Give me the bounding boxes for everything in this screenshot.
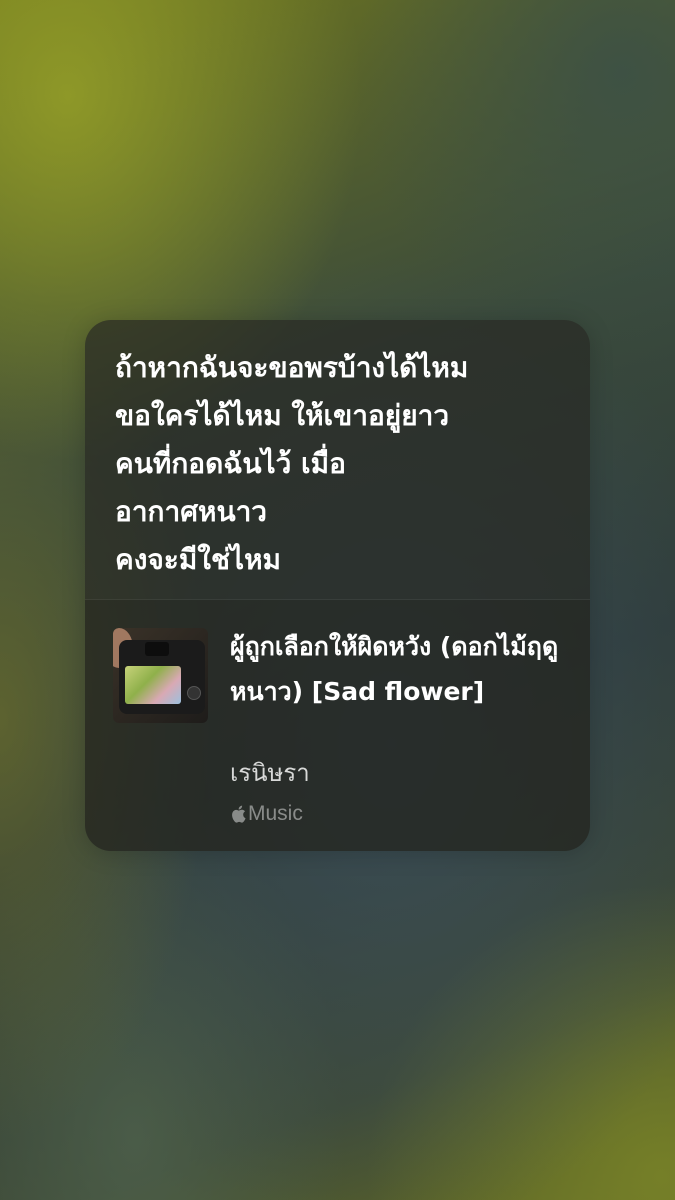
camera-viewfinder — [145, 642, 169, 656]
shared-lyrics-card[interactable]: ถ้าหากฉันจะขอพรบ้างได้ไหม ขอใครได้ไหม ให… — [85, 320, 590, 851]
album-artwork[interactable] — [113, 628, 208, 723]
lyric-line: คงจะมีใช่ไหม — [115, 543, 281, 576]
lyric-line: ขอใครได้ไหม ให้เขาอยู่ยาว — [115, 399, 450, 432]
lyric-line: คนที่กอดฉันไว้ เมื่อ — [115, 447, 346, 480]
camera-knob — [187, 686, 201, 700]
service-label: Music — [248, 802, 303, 825]
camera-screen — [125, 666, 181, 704]
lyric-line: ถ้าหากฉันจะขอพรบ้างได้ไหม — [115, 351, 469, 384]
apple-icon — [232, 805, 246, 823]
lyrics-section: ถ้าหากฉันจะขอพรบ้างได้ไหม ขอใครได้ไหม ให… — [85, 320, 590, 600]
song-info-section[interactable]: ผู้ถูกเลือกให้ผิดหวัง (ดอกไม้ฤดูหนาว) [S… — [85, 600, 590, 851]
artist-name[interactable]: เรนิษรา — [230, 757, 310, 789]
song-title[interactable]: ผู้ถูกเลือกให้ผิดหวัง (ดอกไม้ฤดูหนาว) [S… — [230, 624, 570, 714]
lyric-line: อากาศหนาว — [115, 495, 268, 528]
apple-music-badge: Music — [230, 800, 303, 828]
